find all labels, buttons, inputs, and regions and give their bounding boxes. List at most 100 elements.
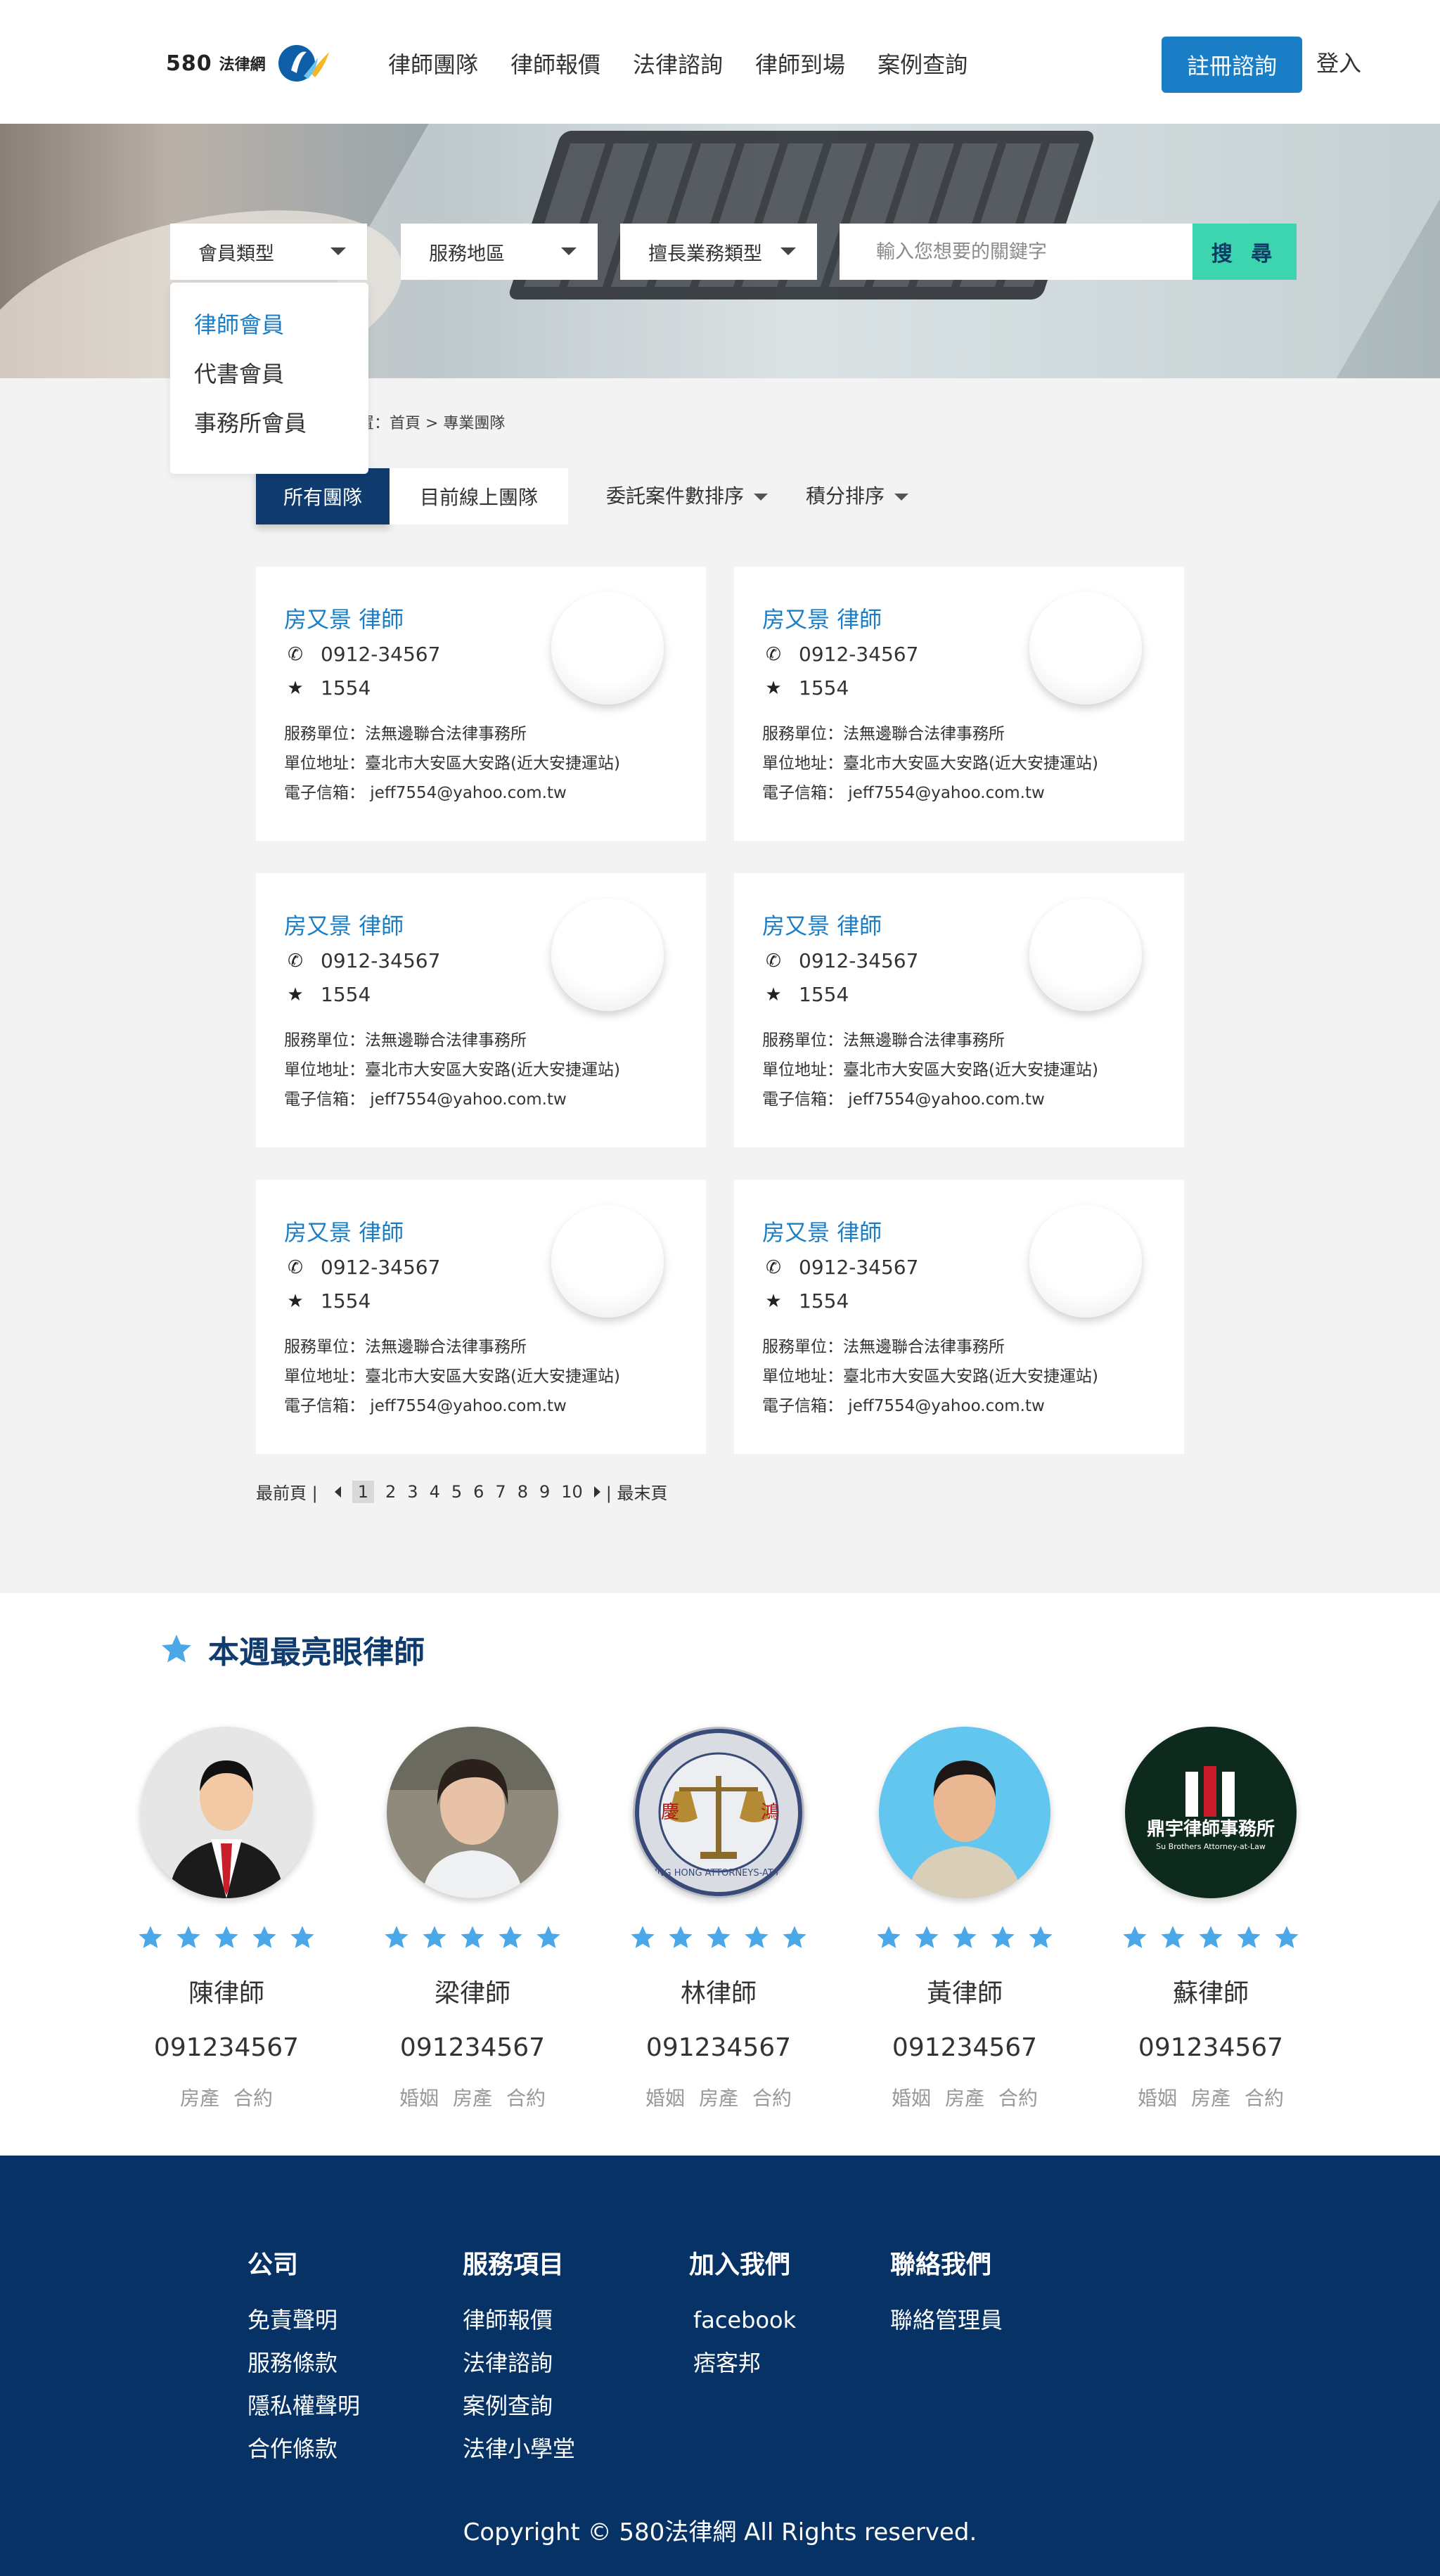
footer-link-school[interactable]: 法律小學堂 <box>463 2428 575 2471</box>
page-7[interactable]: 7 <box>495 1482 506 1502</box>
lawyer-name[interactable]: 房又景 律師 <box>762 602 882 634</box>
tab-online-teams[interactable]: 目前線上團隊 <box>390 468 568 524</box>
page-1[interactable]: 1 <box>352 1480 374 1503</box>
footer-link-disclaimer[interactable]: 免責聲明 <box>248 2299 360 2342</box>
lawyer-name[interactable]: 房又景 律師 <box>284 602 404 634</box>
lawyer-name[interactable]: 房又景 律師 <box>762 1215 882 1247</box>
service-unit: 服務單位：法無邊聯合法律事務所 <box>284 1031 527 1050</box>
member-type-select[interactable]: 會員類型 <box>170 224 367 280</box>
footer-heading: 公司 <box>248 2250 299 2279</box>
site-logo[interactable]: 580 法律網 <box>166 41 336 86</box>
lawyer-name[interactable]: 梁律師 <box>367 1973 578 2009</box>
footer-link-terms[interactable]: 服務條款 <box>248 2342 360 2385</box>
lawyer-name[interactable]: 林律師 <box>613 1973 824 2009</box>
featured-lawyer[interactable]: 鼎宇律師事務所 Su Brothers Attorney-at-Law 蘇律師 091… <box>1105 1727 1316 2111</box>
lawyer-score: 1554 <box>321 1289 371 1313</box>
rating-star-icon <box>631 1926 655 1948</box>
chevron-down-icon <box>780 247 796 255</box>
avatar <box>1029 899 1142 1011</box>
lawyer-name[interactable]: 黃律師 <box>859 1973 1070 2009</box>
featured-lawyer[interactable]: 陳律師 091234567 房產 合約 <box>121 1727 332 2111</box>
lawyer-photo[interactable] <box>141 1727 312 1898</box>
nav-lawyer-onsite[interactable]: 律師到場 <box>755 48 845 82</box>
lawyer-name[interactable]: 房又景 律師 <box>284 908 404 941</box>
page-4[interactable]: 4 <box>430 1482 440 1502</box>
practice-area-select[interactable]: 擅長業務類型 <box>620 224 817 280</box>
lawyer-name[interactable]: 房又景 律師 <box>284 1215 404 1247</box>
tab-all-teams[interactable]: 所有團隊 <box>256 468 390 524</box>
page-2[interactable]: 2 <box>385 1482 396 1502</box>
nav-case-search[interactable]: 案例查詢 <box>878 48 968 82</box>
nav-lawyer-team[interactable]: 律師團隊 <box>388 48 478 82</box>
lawyer-photo[interactable] <box>387 1727 558 1898</box>
rating-star-icon <box>385 1926 409 1948</box>
dropdown-item-scrivener[interactable]: 代書會員 <box>170 353 368 402</box>
lawyer-card[interactable]: 房又景 律師 ✆ 0912-34567 ★ 1554 服務單位：法無邊聯合法律事務所 單位地… <box>734 873 1184 1147</box>
prev-page-icon[interactable] <box>334 1486 341 1498</box>
featured-lawyer[interactable]: 黃律師 091234567 婚姻 房產 合約 <box>859 1727 1070 2111</box>
sort-by-points[interactable]: 積分排序 <box>806 482 909 510</box>
practice-tags: 婚姻 房產 合約 <box>367 2083 578 2111</box>
footer-link-pixnet[interactable]: 痞客邦 <box>689 2342 796 2385</box>
star-icon: ★ <box>765 677 782 699</box>
star-icon: ★ <box>287 984 304 1005</box>
chevron-down-icon <box>330 247 346 255</box>
lawyer-card[interactable]: 房又景 律師 ✆ 0912-34567 ★ 1554 服務單位：法無邊聯合法律事務所 單位地… <box>734 1180 1184 1454</box>
phone-icon: ✆ <box>766 950 781 972</box>
rating-star-icon <box>669 1926 693 1948</box>
lawyer-phone: 0912-34567 <box>799 1256 919 1279</box>
last-page-link[interactable]: | 最末頁 <box>606 1479 668 1504</box>
unit-address: 單位地址：臺北市大安區大安路(近大安捷運站) <box>762 754 1098 773</box>
footer-link-cases[interactable]: 案例查詢 <box>463 2385 575 2428</box>
lawyer-photo[interactable] <box>879 1727 1050 1898</box>
lawyer-card[interactable]: 房又景 律師 ✆ 0912-34567 ★ 1554 服務單位：法無邊聯合法律事務所 單位地… <box>256 873 706 1147</box>
page-6[interactable]: 6 <box>473 1482 484 1502</box>
featured-lawyer[interactable]: 梁律師 091234567 婚姻 房產 合約 <box>367 1727 578 2111</box>
lawyer-phone: 0912-34567 <box>799 949 919 972</box>
lawyer-name[interactable]: 蘇律師 <box>1105 1973 1316 2009</box>
practice-tag: 合約 <box>752 2087 792 2110</box>
footer-link-consult[interactable]: 法律諮詢 <box>463 2342 575 2385</box>
practice-tag: 房產 <box>179 2087 219 2110</box>
footer-link-partnership[interactable]: 合作條款 <box>248 2428 360 2471</box>
lawyer-photo[interactable]: 鼎宇律師事務所 Su Brothers Attorney-at-Law <box>1125 1727 1297 1898</box>
page-5[interactable]: 5 <box>451 1482 462 1502</box>
lawyer-name[interactable]: 陳律師 <box>121 1973 332 2009</box>
nav-lawyer-quote[interactable]: 律師報價 <box>510 48 600 82</box>
footer-link-facebook[interactable]: facebook <box>689 2299 796 2342</box>
main-nav: 律師團隊 律師報價 法律諮詢 律師到場 案例查詢 <box>388 48 1000 82</box>
practice-tags: 房產 合約 <box>121 2083 332 2111</box>
rating-star-icon <box>290 1926 314 1948</box>
register-button[interactable]: 註冊諮詢 <box>1162 37 1302 93</box>
lawyer-photo[interactable]: 慶 鴻 CHING HONG ATTORNEYS-AT-LAW <box>633 1727 804 1898</box>
first-page-link[interactable]: 最前頁 | <box>256 1479 318 1504</box>
service-area-select[interactable]: 服務地區 <box>401 224 598 280</box>
lawyer-name[interactable]: 房又景 律師 <box>762 908 882 941</box>
next-page-icon[interactable] <box>593 1486 600 1498</box>
footer-heading: 加入我們 <box>689 2250 791 2279</box>
page-9[interactable]: 9 <box>539 1482 550 1502</box>
footer-heading: 服務項目 <box>463 2250 565 2279</box>
search-button[interactable]: 搜 尋 <box>1192 224 1297 280</box>
footer-link-contact-admin[interactable]: 聯絡管理員 <box>890 2299 1003 2342</box>
lawyer-card[interactable]: 房又景 律師 ✆ 0912-34567 ★ 1554 服務單位：法無邊聯合法律事務所 單位地… <box>734 567 1184 841</box>
lawyer-card[interactable]: 房又景 律師 ✆ 0912-34567 ★ 1554 服務單位：法無邊聯合法律事務所 單位地… <box>256 567 706 841</box>
dropdown-item-lawyer[interactable]: 律師會員 <box>170 304 368 353</box>
lawyer-card[interactable]: 房又景 律師 ✆ 0912-34567 ★ 1554 服務單位：法無邊聯合法律事務所 單位地… <box>256 1180 706 1454</box>
featured-lawyer[interactable]: 慶 鴻 CHING HONG ATTORNEYS-AT-LAW 林律師 09123456… <box>613 1727 824 2111</box>
nav-legal-consult[interactable]: 法律諮詢 <box>633 48 723 82</box>
login-link[interactable]: 登入 <box>1316 46 1361 80</box>
page-8[interactable]: 8 <box>518 1482 528 1502</box>
rating-star-icon <box>1199 1926 1223 1948</box>
lawyer-phone: 0912-34567 <box>321 949 441 972</box>
footer-link-quote[interactable]: 律師報價 <box>463 2299 575 2342</box>
footer-link-privacy[interactable]: 隱私權聲明 <box>248 2385 360 2428</box>
page-10[interactable]: 10 <box>561 1482 583 1502</box>
sort-by-cases[interactable]: 委託案件數排序 <box>606 482 769 510</box>
page-3[interactable]: 3 <box>407 1482 418 1502</box>
lawyer-phone: 0912-34567 <box>321 1256 441 1279</box>
dropdown-item-firm[interactable]: 事務所會員 <box>170 402 368 451</box>
practice-tag: 房產 <box>452 2087 492 2110</box>
keyword-search-input[interactable] <box>840 224 1192 280</box>
lawyer-phone: 0912-34567 <box>799 643 919 666</box>
